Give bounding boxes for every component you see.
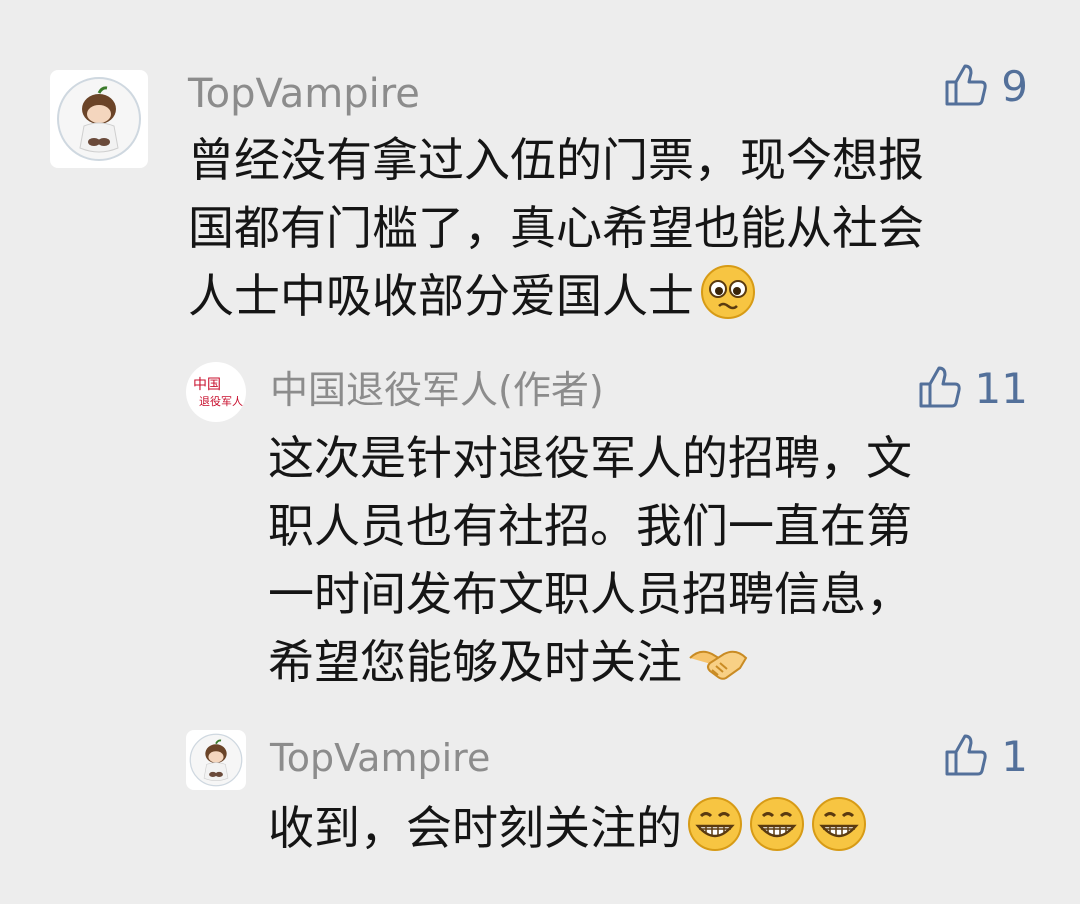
grinning-face-emoji: [686, 796, 744, 852]
text-line-content: 收到，会时刻关注的: [268, 801, 682, 855]
cartoon-avatar-icon: [189, 733, 243, 787]
avatar[interactable]: [186, 730, 246, 790]
grinning-face-emoji: [748, 796, 806, 852]
username[interactable]: TopVampire: [270, 734, 490, 782]
comment-text: 收到，会时刻关注的: [268, 794, 1048, 862]
grinning-face-emoji: [810, 796, 868, 852]
thumbs-up-icon: [943, 732, 989, 782]
comment-3: TopVampire 1 收到，会时刻关注的: [0, 0, 1080, 904]
like-count: 1: [1001, 732, 1028, 781]
text-line: 收到，会时刻关注的: [268, 794, 1048, 862]
like-button[interactable]: 1: [943, 732, 1028, 782]
